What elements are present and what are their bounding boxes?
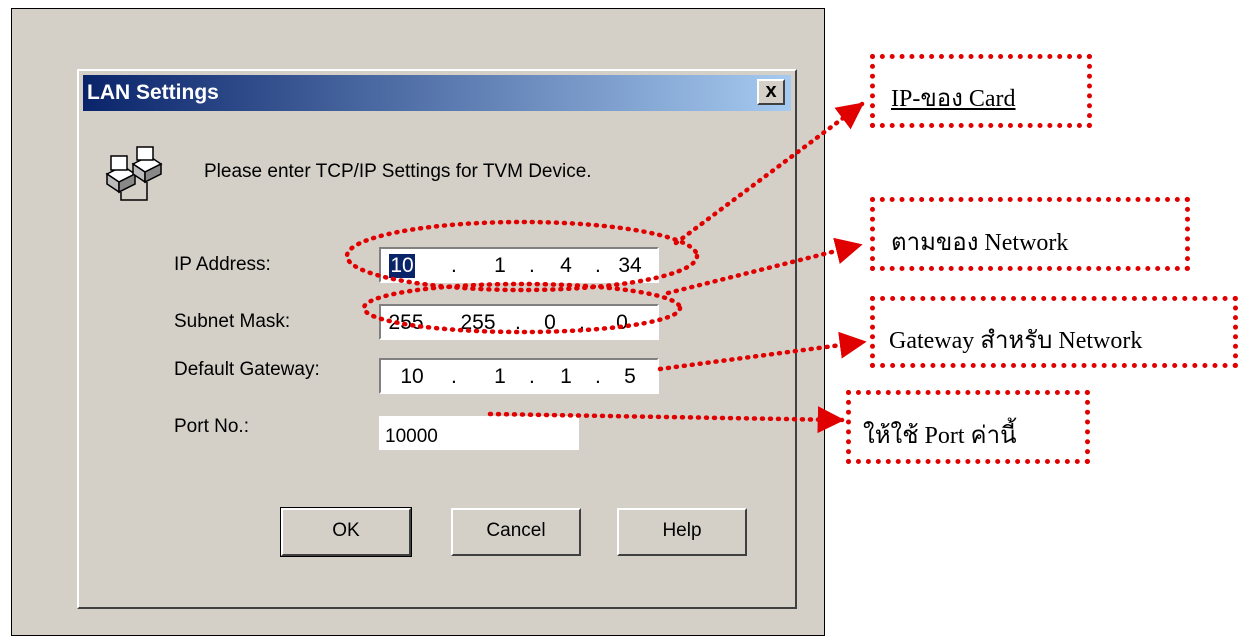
subnet-octet-4[interactable]: 0 — [599, 311, 645, 335]
ok-button[interactable]: OK — [280, 507, 412, 557]
subnet-mask-field[interactable]: 255 . 255 . 0 . 0 — [379, 304, 659, 340]
port-input[interactable] — [379, 416, 579, 450]
subnet-octet-2[interactable]: 255 — [455, 311, 501, 335]
default-gateway-field[interactable]: 10 . 1 . 1 . 5 — [379, 358, 659, 394]
ip-octet-4[interactable]: 34 — [607, 254, 653, 278]
callout-network: ตามของ Network — [870, 197, 1190, 271]
default-gateway-label: Default Gateway: — [174, 359, 320, 380]
network-computers-icon — [105, 146, 163, 201]
callout-gateway: Gateway สำหรับ Network — [870, 296, 1238, 368]
subnet-octet-3[interactable]: 0 — [527, 311, 573, 335]
callout-gateway-text: Gateway สำหรับ Network — [889, 328, 1143, 354]
close-button[interactable]: x — [757, 79, 785, 105]
gateway-octet-2[interactable]: 1 — [477, 365, 523, 389]
gateway-octet-4[interactable]: 5 — [607, 365, 653, 389]
callout-port-text: ให้ใช้ Port ค่านี้ — [863, 423, 1017, 449]
cancel-button[interactable]: Cancel — [451, 508, 581, 556]
lan-settings-dialog: LAN Settings x Please enter TCP/IP Setti… — [77, 69, 797, 609]
subnet-octet-1[interactable]: 255 — [383, 311, 429, 335]
ip-address-field[interactable]: 10 . 1 . 4 . 34 — [379, 247, 659, 283]
port-label: Port No.: — [174, 416, 249, 437]
callout-port: ให้ใช้ Port ค่านี้ — [846, 390, 1090, 464]
help-button[interactable]: Help — [617, 508, 747, 556]
subnet-mask-label: Subnet Mask: — [174, 311, 291, 332]
ip-address-label: IP Address: — [174, 254, 271, 275]
ip-octet-3[interactable]: 4 — [543, 254, 589, 278]
dialog-title: LAN Settings — [87, 81, 219, 104]
gateway-octet-3[interactable]: 1 — [543, 365, 589, 389]
ip-octet-2[interactable]: 1 — [477, 254, 523, 278]
callout-network-text: ตามของ Network — [891, 230, 1069, 256]
callout-ip-card-text: IP-ของ Card — [891, 86, 1016, 112]
screenshot-frame: LAN Settings x Please enter TCP/IP Setti… — [11, 8, 825, 636]
prompt-text: Please enter TCP/IP Settings for TVM Dev… — [204, 161, 592, 182]
title-bar: LAN Settings x — [83, 75, 791, 111]
gateway-octet-1[interactable]: 10 — [389, 365, 435, 389]
callout-ip-card: IP-ของ Card — [870, 54, 1092, 128]
ip-octet-1[interactable]: 10 — [389, 254, 415, 278]
